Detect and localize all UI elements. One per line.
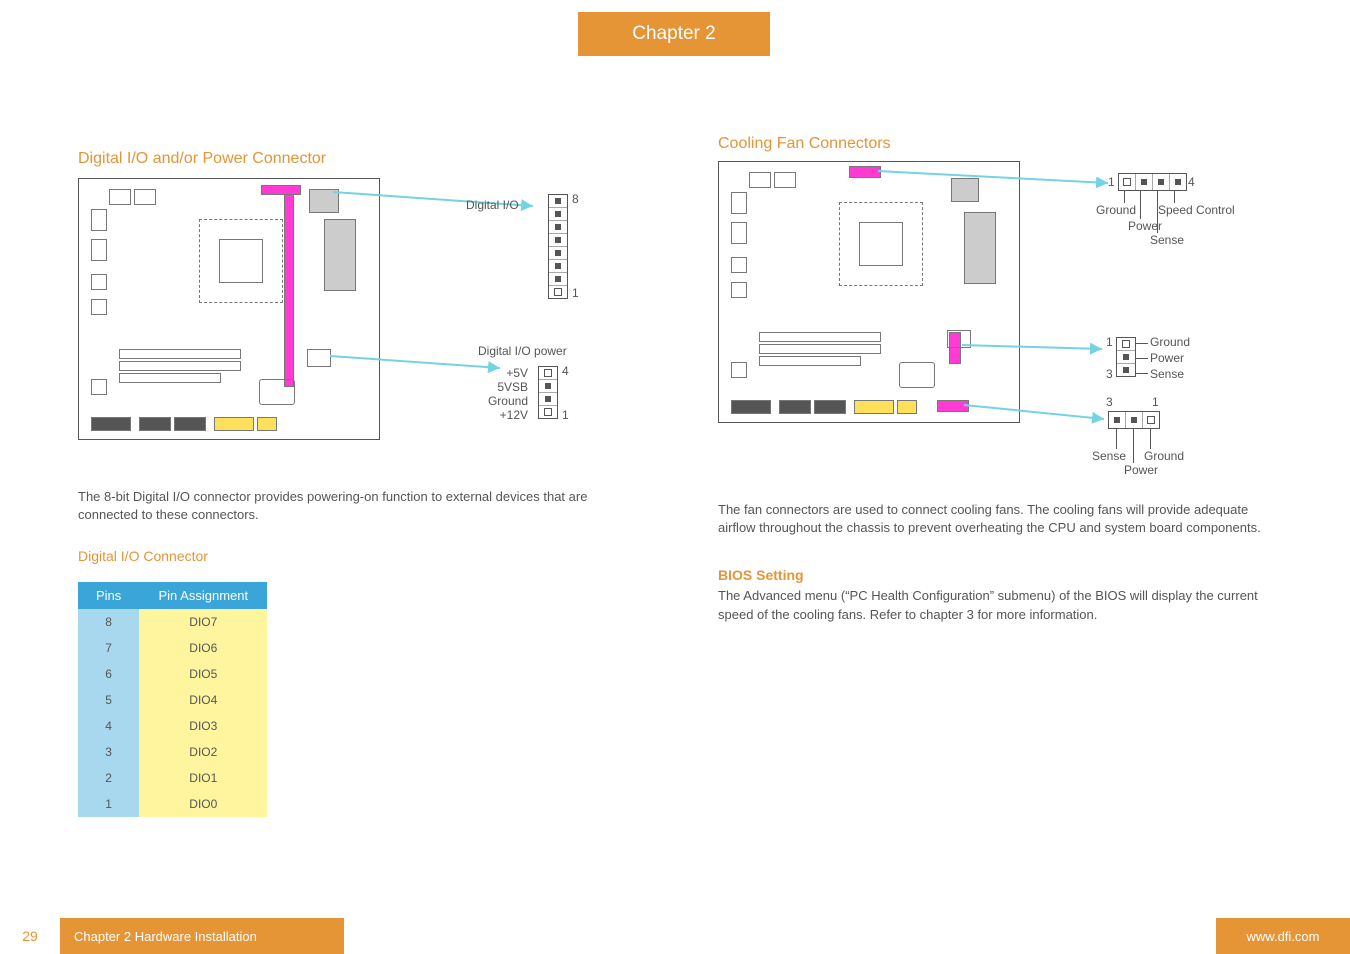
sysfan-b-sense: Sense bbox=[1092, 449, 1126, 463]
left-section-title: Digital I/O and/or Power Connector bbox=[78, 150, 638, 168]
footer-left: Chapter 2 Hardware Installation bbox=[60, 918, 344, 954]
left-section: Digital I/O and/or Power Connector bbox=[78, 150, 638, 817]
footer-right: www.dfi.com bbox=[1216, 918, 1350, 954]
table-row: DIO5 bbox=[139, 661, 267, 687]
right-section: Cooling Fan Connectors bbox=[718, 135, 1278, 624]
sysfan-a-power: Power bbox=[1150, 351, 1184, 365]
sysfan-a-ground: Ground bbox=[1150, 335, 1190, 349]
pwr-5v: +5V bbox=[478, 366, 528, 380]
cpu-fan-connector bbox=[1118, 173, 1187, 191]
right-section-title: Cooling Fan Connectors bbox=[718, 135, 1278, 153]
dio-label: Digital I/O bbox=[466, 198, 519, 212]
bios-setting-heading: BIOS Setting bbox=[718, 567, 1278, 583]
table-row: DIO6 bbox=[139, 635, 267, 661]
sys-fan-a-connector bbox=[1116, 337, 1136, 377]
dio-connector bbox=[548, 194, 568, 299]
dio-pin-table: Pins Pin Assignment 8DIO7 7DIO6 6DIO5 5D… bbox=[78, 582, 267, 817]
dio-pin-8: 8 bbox=[572, 192, 579, 206]
pwr-12v: +12V bbox=[478, 408, 528, 422]
table-row: 2 bbox=[78, 765, 139, 791]
right-description: The fan connectors are used to connect c… bbox=[718, 501, 1278, 537]
footer: 29 Chapter 2 Hardware Installation www.d… bbox=[0, 918, 1350, 954]
table-row: 4 bbox=[78, 713, 139, 739]
table-row: 6 bbox=[78, 661, 139, 687]
table-row: 8 bbox=[78, 609, 139, 635]
cpu-fan-pin-1: 1 bbox=[1108, 175, 1115, 189]
dio-power-label: Digital I/O power bbox=[478, 344, 567, 358]
table-row: DIO0 bbox=[139, 791, 267, 817]
diopwr-pin-4: 4 bbox=[562, 364, 569, 378]
table-row: 5 bbox=[78, 687, 139, 713]
table-row: 3 bbox=[78, 739, 139, 765]
cpu-fan-pin-4: 4 bbox=[1188, 175, 1195, 189]
arrow-to-cpu-fan bbox=[878, 165, 1138, 195]
col-pins: Pins bbox=[78, 582, 139, 609]
table-row: 1 bbox=[78, 791, 139, 817]
sysfan-a-pin-3: 3 bbox=[1106, 367, 1113, 381]
pwr-5vsb: 5VSB bbox=[478, 380, 528, 394]
sysfan-b-power: Power bbox=[1124, 463, 1158, 477]
table-row: DIO7 bbox=[139, 609, 267, 635]
dio-connector-heading: Digital I/O Connector bbox=[78, 548, 638, 564]
arrow-to-dio bbox=[333, 184, 563, 254]
motherboard-diagram-right bbox=[718, 161, 1020, 423]
cpu-fan-sense: Sense bbox=[1150, 233, 1184, 247]
sysfan-b-pin-3: 3 bbox=[1106, 395, 1113, 409]
sysfan-a-pin-1: 1 bbox=[1106, 335, 1113, 349]
pwr-gnd: Ground bbox=[478, 394, 528, 408]
table-row: DIO1 bbox=[139, 765, 267, 791]
bios-setting-desc: The Advanced menu (“PC Health Configurat… bbox=[718, 587, 1278, 623]
dio-power-connector bbox=[538, 366, 558, 419]
left-description: The 8-bit Digital I/O connector provides… bbox=[78, 488, 638, 524]
cpu-fan-ground: Ground bbox=[1096, 203, 1136, 217]
sysfan-a-sense: Sense bbox=[1150, 367, 1184, 381]
table-row: DIO4 bbox=[139, 687, 267, 713]
sys-fan-b-connector bbox=[1108, 411, 1160, 429]
table-row: DIO3 bbox=[139, 713, 267, 739]
col-assign: Pin Assignment bbox=[139, 582, 267, 609]
page-number: 29 bbox=[0, 918, 60, 954]
table-row: DIO2 bbox=[139, 739, 267, 765]
table-row: 7 bbox=[78, 635, 139, 661]
diopwr-pin-1: 1 bbox=[562, 408, 569, 422]
sysfan-b-pin-1: 1 bbox=[1152, 395, 1159, 409]
sysfan-b-ground: Ground bbox=[1144, 449, 1184, 463]
chapter-tab: Chapter 2 bbox=[578, 12, 770, 56]
cpu-fan-speed-control: Speed Control bbox=[1158, 203, 1235, 217]
dio-pin-1: 1 bbox=[572, 286, 579, 300]
